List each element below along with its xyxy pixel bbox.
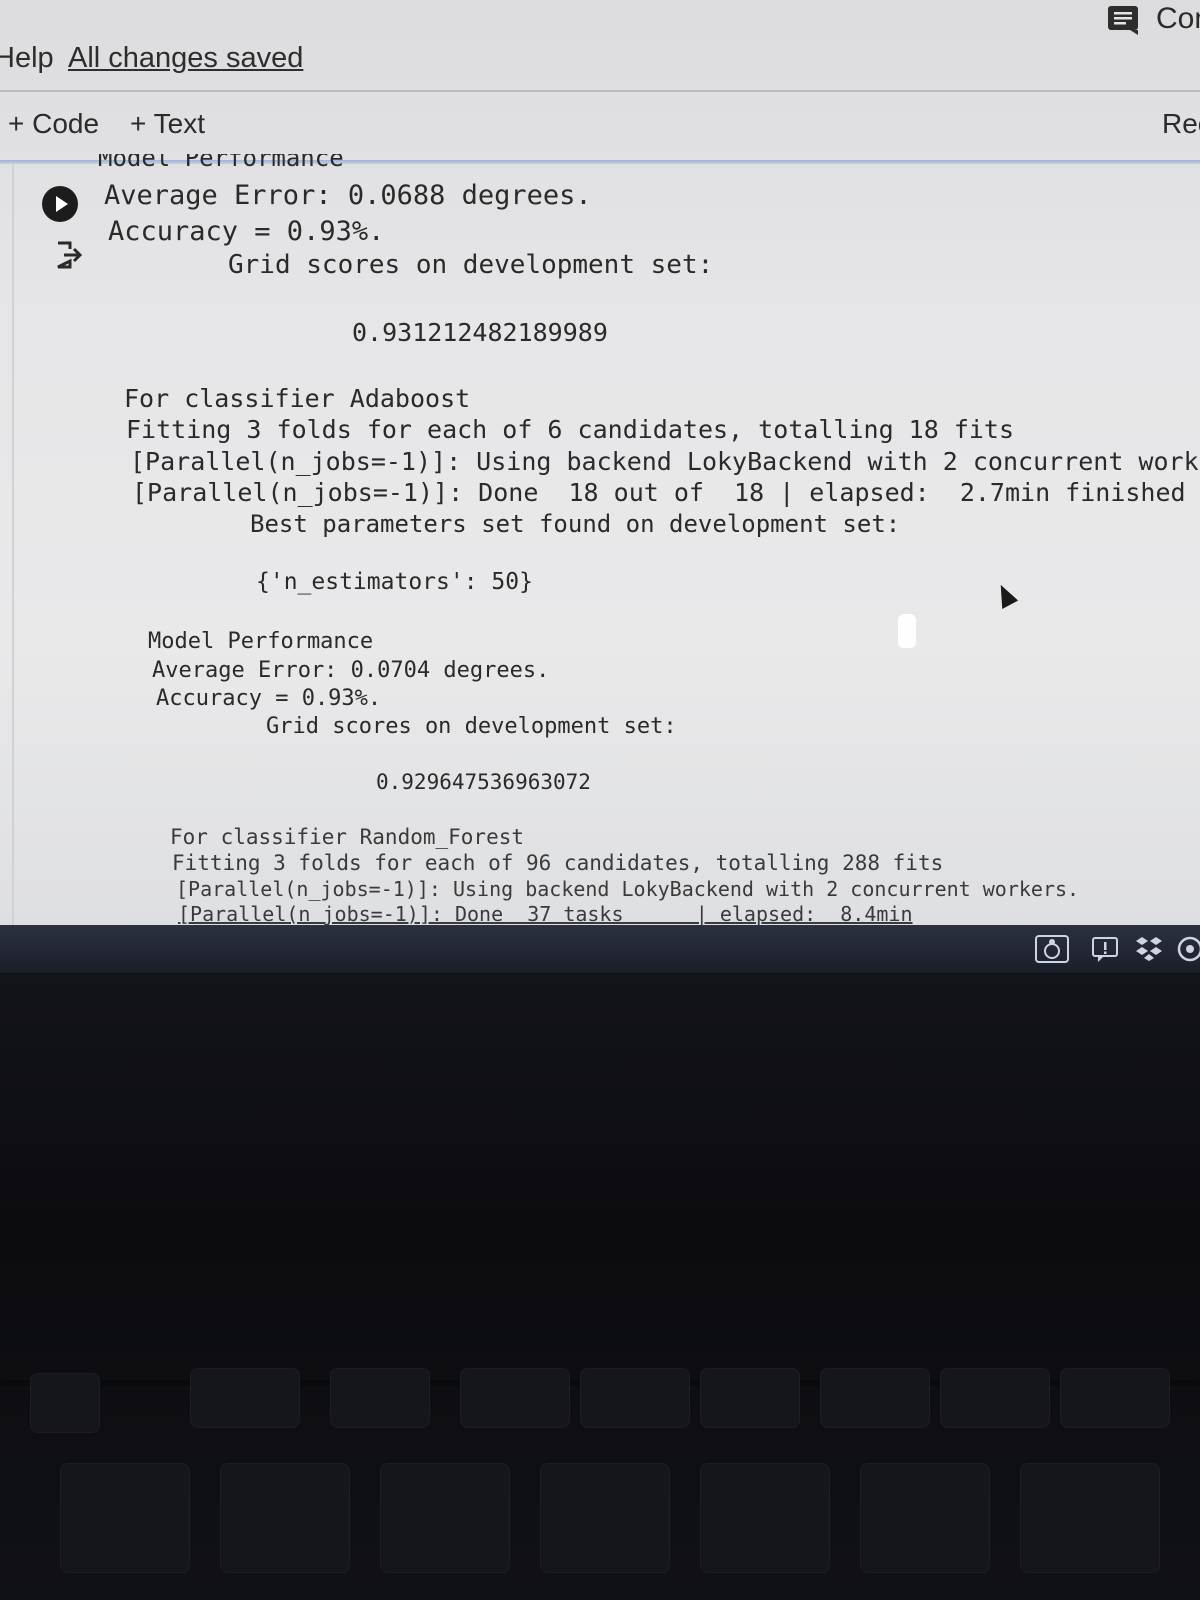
keyboard-key [580, 1368, 690, 1428]
keyboard-key [60, 1463, 190, 1573]
cut-output-header: Model Performance [98, 154, 398, 176]
keyboard-key [30, 1373, 100, 1433]
keyboard-key [190, 1368, 300, 1428]
screen-glare [898, 614, 916, 648]
keyboard-key [220, 1463, 350, 1573]
laptop-bezel [0, 973, 1200, 1600]
output-line: Grid scores on development set: [228, 250, 714, 280]
output-line: Average Error: 0.0704 degrees. [152, 658, 550, 683]
add-text-button[interactable]: + Text [130, 108, 205, 140]
output-line: [Parallel(n_jobs=-1)]: Done 18 out of 18… [132, 478, 1186, 507]
keyboard-key [700, 1463, 830, 1573]
menu-divider [0, 90, 1200, 92]
output-line: [Parallel(n_jobs=-1)]: Using backend Lok… [130, 447, 1200, 476]
output-line: Grid scores on development set: [266, 714, 677, 739]
comment-icon[interactable] [1106, 4, 1142, 36]
notebook-toolbar: + Code + Text Reconnect [0, 96, 1200, 160]
output-line: For classifier Random_Forest [170, 825, 525, 849]
output-line: Accuracy = 0.93%. [156, 686, 382, 711]
reconnect-button[interactable]: Reconnect [1162, 108, 1200, 140]
output-line: [Parallel(n_jobs=-1)]: Done 37 tasks | e… [178, 902, 913, 925]
add-code-button[interactable]: + Code [8, 108, 99, 140]
keyboard-key [700, 1368, 800, 1428]
taskbar [0, 925, 1200, 973]
keyboard-key [380, 1463, 510, 1573]
output-line: [Parallel(n_jobs=-1)]: Using backend Lok… [176, 877, 1080, 901]
output-line: 0.931212482189989 [352, 318, 608, 347]
output-line: Model Performance [148, 629, 374, 654]
laptop-screen: Help All changes saved Comment + Code + … [0, 0, 1200, 925]
keyboard-key [330, 1368, 430, 1428]
keyboard-key [540, 1463, 670, 1573]
dropbox-icon[interactable] [1134, 935, 1164, 963]
output-line: Average Error: 0.0688 degrees. [104, 180, 592, 211]
app-tray-icon[interactable] [1034, 935, 1070, 963]
cut-header-text: Model Performance [98, 154, 344, 172]
keyboard-key [940, 1368, 1050, 1428]
play-icon[interactable] [42, 186, 78, 222]
menu-help[interactable]: Help [0, 42, 54, 75]
keyboard-key [860, 1463, 990, 1573]
output-line: 0.929647536963072 [376, 770, 591, 794]
output-line: Fitting 3 folds for each of 96 candidate… [172, 851, 944, 875]
save-status-link[interactable]: All changes saved [68, 42, 303, 75]
menu-bar: Help All changes saved Comment [0, 0, 1200, 88]
output-line: For classifier Adaboost [124, 384, 471, 413]
output-line: Best parameters set found on development… [250, 510, 901, 538]
keyboard-key [1060, 1368, 1170, 1428]
output-arrow-icon[interactable] [54, 240, 84, 270]
keyboard-key [820, 1368, 930, 1428]
keyboard-key [460, 1368, 570, 1428]
sync-icon[interactable] [1176, 935, 1200, 963]
alert-icon[interactable] [1090, 935, 1120, 963]
output-line: Fitting 3 folds for each of 6 candidates… [126, 415, 1015, 444]
output-line: Accuracy = 0.93%. [108, 216, 385, 247]
output-line: {'n_estimators': 50} [256, 569, 533, 595]
comment-button[interactable]: Comment [1156, 2, 1200, 36]
keyboard-key [1020, 1463, 1160, 1573]
